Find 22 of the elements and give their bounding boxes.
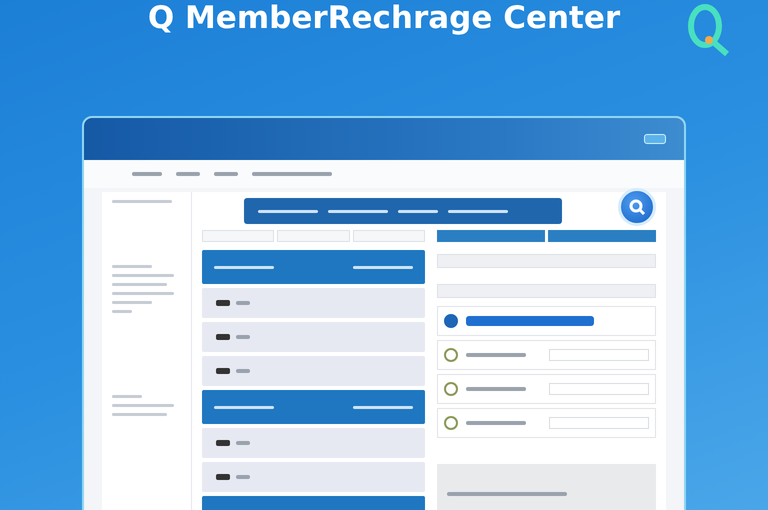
tab[interactable]: [437, 230, 545, 242]
plan-header[interactable]: [202, 250, 425, 284]
payment-option[interactable]: [437, 306, 656, 336]
radio-icon[interactable]: [444, 416, 458, 430]
radio-icon[interactable]: [444, 348, 458, 362]
search-button[interactable]: [618, 188, 656, 226]
payment-option[interactable]: [437, 340, 656, 370]
payment-option[interactable]: [437, 408, 656, 438]
plan-row[interactable]: [202, 356, 425, 386]
radio-icon[interactable]: [444, 382, 458, 396]
input-field[interactable]: [437, 254, 656, 268]
radio-icon[interactable]: [444, 314, 458, 328]
header-badge: [644, 134, 666, 144]
search-icon: [628, 198, 646, 216]
plan-row[interactable]: [202, 428, 425, 458]
payment-option[interactable]: [437, 374, 656, 404]
plan-row[interactable]: [202, 322, 425, 352]
page-title: Q MemberRechrage Center: [146, 0, 622, 38]
plan-row[interactable]: [202, 462, 425, 492]
input-field[interactable]: [437, 284, 656, 298]
plan-row[interactable]: [202, 288, 425, 318]
plan-header[interactable]: [202, 390, 425, 424]
